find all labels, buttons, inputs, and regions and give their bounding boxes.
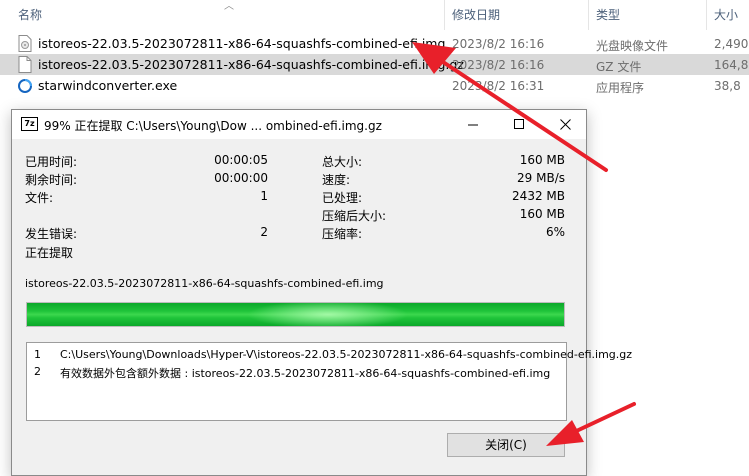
close-icon — [559, 119, 571, 130]
minimize-button[interactable] — [450, 110, 496, 139]
close-button[interactable]: 关闭(C) — [447, 433, 565, 457]
speed-label: 速度: — [322, 173, 351, 187]
log-line-text: C:\Users\Young\Downloads\Hyper-V\istoreo… — [60, 348, 633, 361]
file-date: 2023/8/2 16:31 — [452, 79, 545, 93]
dialog-title: 99% 正在提取 C:\Users\Young\Dow ... ombined-… — [44, 119, 382, 133]
file-name: istoreos-22.03.5-2023072811-x86-64-squas… — [38, 36, 446, 51]
files-value: 1 — [260, 189, 268, 203]
total-size-label: 总大小: — [322, 155, 363, 169]
log-line-number: 1 — [34, 348, 41, 361]
file-type: 光盘映像文件 — [596, 39, 669, 53]
log-line-number: 2 — [34, 365, 41, 378]
elapsed-time-value: 00:00:05 — [214, 153, 268, 167]
starwind-app-icon — [18, 79, 32, 93]
file-date: 2023/8/2 16:16 — [452, 58, 545, 72]
screen: ︿ 名称 修改日期 类型 大小 istoreos-22.03.5-2023072… — [0, 0, 749, 476]
processed-value: 2432 MB — [512, 189, 565, 203]
minimize-icon — [467, 124, 478, 126]
compression-ratio-value: 6% — [545, 225, 565, 239]
processed-label: 已处理: — [322, 191, 363, 205]
column-divider[interactable] — [706, 0, 707, 30]
generic-file-icon — [18, 56, 32, 73]
column-header-date[interactable]: 修改日期 — [452, 6, 500, 23]
file-row[interactable]: starwindconverter.exe 2023/8/2 16:31 应用程… — [0, 75, 749, 96]
maximize-button[interactable] — [496, 110, 542, 139]
sort-ascending-icon: ︿ — [224, 1, 234, 12]
dialog-titlebar[interactable]: 7z 99% 正在提取 C:\Users\Young\Dow ... ombin… — [12, 110, 586, 139]
progress-bar — [26, 302, 565, 327]
extract-progress-dialog: 7z 99% 正在提取 C:\Users\Young\Dow ... ombin… — [11, 109, 632, 476]
speed-value: 29 MB/s — [517, 171, 565, 185]
maximize-icon — [513, 119, 524, 129]
file-date: 2023/8/2 16:16 — [452, 37, 545, 51]
log-line-text: 有效数据外包含额外数据 : istoreos-22.03.5-202307281… — [60, 367, 551, 380]
compressed-size-label: 压缩后大小: — [322, 209, 387, 223]
file-size: 164,8 — [714, 58, 749, 72]
7zip-app-icon: 7z — [21, 117, 38, 131]
file-size: 38,8 — [714, 79, 741, 93]
column-header-type[interactable]: 类型 — [596, 6, 620, 23]
compression-ratio-label: 压缩率: — [322, 227, 363, 241]
message-log[interactable]: 1 C:\Users\Young\Downloads\Hyper-V\istor… — [26, 342, 632, 421]
errors-value: 2 — [260, 225, 268, 239]
file-row[interactable]: istoreos-22.03.5-2023072811-x86-64-squas… — [0, 33, 749, 54]
file-type: GZ 文件 — [596, 60, 642, 74]
compressed-size-value: 160 MB — [519, 207, 565, 221]
elapsed-time-label: 已用时间: — [25, 155, 78, 169]
column-header-name[interactable]: 名称 — [18, 6, 42, 23]
progress-bar-shine — [27, 303, 564, 326]
file-size: 2,490 — [714, 37, 749, 51]
files-label: 文件: — [25, 191, 54, 205]
file-name: starwindconverter.exe — [38, 78, 178, 93]
errors-label: 发生错误: — [25, 227, 78, 241]
total-size-value: 160 MB — [519, 153, 565, 167]
close-window-button[interactable] — [542, 110, 588, 139]
column-divider[interactable] — [588, 0, 589, 30]
remaining-time-label: 剩余时间: — [25, 173, 78, 187]
column-header-size[interactable]: 大小 — [714, 6, 738, 23]
status-text: 正在提取 — [25, 246, 74, 260]
file-name: istoreos-22.03.5-2023072811-x86-64-squas… — [38, 57, 464, 72]
column-divider[interactable] — [444, 0, 445, 30]
file-row-selected[interactable]: istoreos-22.03.5-2023072811-x86-64-squas… — [0, 54, 749, 75]
current-file-name: istoreos-22.03.5-2023072811-x86-64-squas… — [25, 277, 384, 290]
disc-image-file-icon — [18, 35, 32, 52]
column-header-bar: ︿ 名称 修改日期 类型 大小 — [0, 0, 749, 30]
file-type: 应用程序 — [596, 81, 645, 95]
remaining-time-value: 00:00:00 — [214, 171, 268, 185]
